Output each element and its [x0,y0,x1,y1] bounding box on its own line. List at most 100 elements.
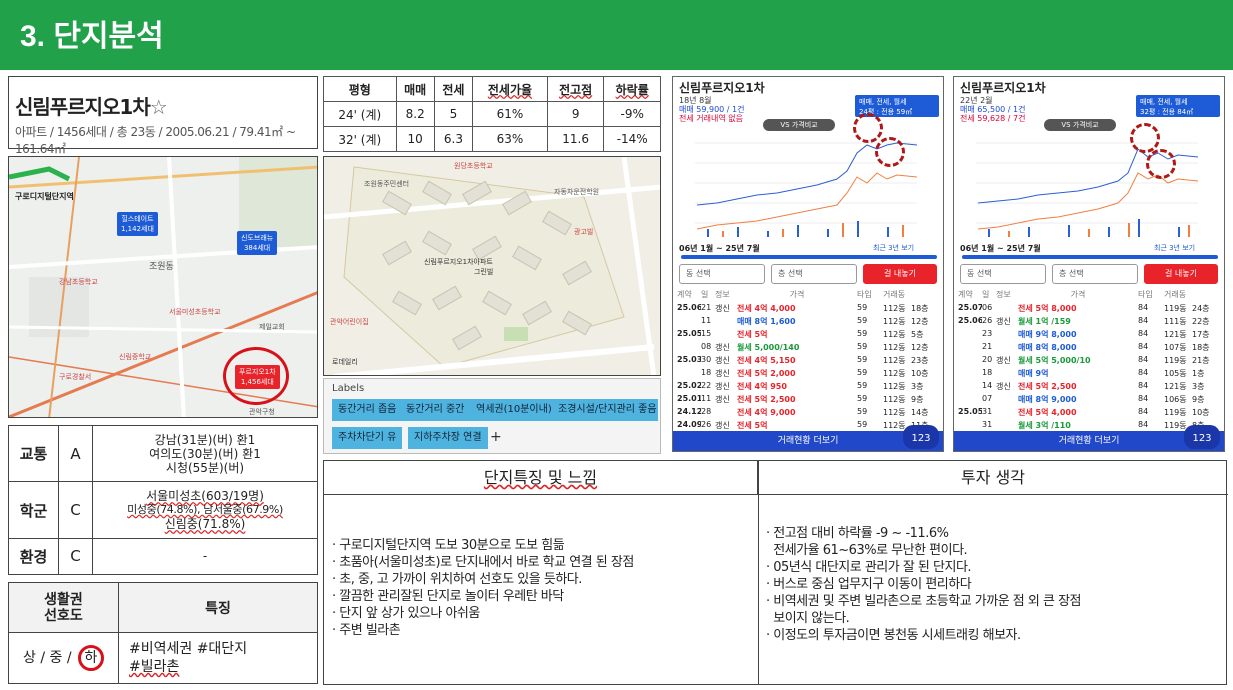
dong-select[interactable]: 동 선택 [679,264,765,284]
price-table: 평형 매매 전세 전세가율 전고점 하락률 24' (계) 8.2 5 61% … [323,76,661,152]
detail-line: 신림중(71.8%) [164,517,246,532]
range-slider[interactable] [681,255,937,259]
cell: 84 [1138,407,1149,416]
range-slider[interactable] [962,255,1218,259]
compare-button[interactable]: VS 가격비교 [1044,119,1116,131]
cell: 갱신 [715,343,730,352]
cell: 15 [701,329,712,338]
cell: 111동 [1164,317,1187,326]
list-button[interactable]: 걸 내놓기 [863,264,937,284]
list-button[interactable]: 걸 내놓기 [1144,264,1218,284]
cell: 24.12 [677,407,701,416]
table-row[interactable]: 14 갱신 전세 5억 2,500 84 121동 3층 [958,381,1222,394]
table-row[interactable]: 21 매매 8억 8,000 84 107동 18층 [958,342,1222,355]
cell: 59 [857,394,868,403]
grade-table: 교통 A 강남(31분)(버) 환1 여의도(30분)(버) 환1 시청(55분… [8,424,318,576]
table-row[interactable]: 07 매매 8억 9,000 84 106동 9층 [958,394,1222,407]
table-row[interactable]: 25.06 26 갱신 월세 1억 /159 84 111동 22층 [958,316,1222,329]
highlight-circle [1130,123,1160,153]
life-h2: 특징 [118,582,318,633]
map-pin[interactable]: 신도브래뉴 384세대 [237,231,278,255]
table-row[interactable]: 25.05 31 전세 5억 4,000 84 119동 10층 [958,407,1222,420]
label-tag[interactable]: 동간거리 중간 [400,399,471,421]
cell [996,407,1018,420]
cell: 121동 [1164,382,1187,391]
list-item: · 05년식 대단지로 관리가 잘 된 단지다. [766,560,972,575]
cell: 3층 [1192,382,1205,391]
filter-dropdown[interactable]: 매매, 전세, 월세 32평 : 전용 84㎡ [1136,95,1220,117]
cell [958,329,982,342]
table-row[interactable]: 25.02 22 갱신 전세 4억 950 59 112동 3층 [677,381,941,394]
table-row[interactable]: 25.07 06 전세 5억 8,000 84 119동 24층 [958,303,1222,316]
pin-count: 1,142세대 [121,225,154,233]
cell: 22층 [1192,317,1210,326]
features-list: · 구로디지털단지역 도보 30분으로 도보 힘듦 · 초품아(서울미성초)로 … [332,537,634,639]
cell: 23층 [911,356,929,365]
analysis-box: 단지특징 및 느낌 투자 생각 · 구로디지털단지역 도보 30분으로 도보 힘… [323,460,1228,685]
table-row[interactable]: 25.03 30 갱신 전세 4억 5,150 59 112동 23층 [677,355,941,368]
label-tag[interactable]: 동간거리 좁음 [332,399,403,421]
cell [958,394,982,407]
cell: 84 [1138,368,1149,377]
cell: 10층 [1192,408,1210,417]
cell: 5층 [911,330,924,339]
cell [958,368,982,381]
table-row[interactable]: 08 갱신 월세 5,000/140 59 112동 12층 [677,342,941,355]
table-row[interactable]: 18 매매 9억 84 105동 1층 [958,368,1222,381]
table-row[interactable]: 25.05 15 전세 5억 59 112동 5층 [677,329,941,342]
table-row[interactable]: 18 갱신 전세 5억 2,000 59 112동 10층 [677,368,941,381]
cell: 63% [472,126,548,152]
map-label: 서울미성초등학교 [169,308,221,316]
map-label: 조원동주민센터 [364,180,410,188]
cell: 106동 [1164,395,1187,404]
table-row[interactable]: 20 갱신 월세 5억 5,000/10 84 119동 21층 [958,355,1222,368]
label-tag[interactable]: 주차차단기 유 [332,427,403,449]
label-tag[interactable]: 지하주차장 연결 [408,427,488,449]
cell: 105동 [1164,369,1187,378]
grade-detail: 강남(31분)(버) 환1 여의도(30분)(버) 환1 시청(55분)(버) [92,424,318,483]
recent-link[interactable]: 최근 3년 보기 [873,243,914,253]
invest-list: · 전고점 대비 하락률 -9 ~ -11.6% 전세가율 61~63%로 무난… [766,525,1082,644]
floor-select[interactable]: 층 선택 [771,264,857,284]
size-label: 32평 : 전용 84㎡ [1140,108,1194,116]
complex-map[interactable]: 원당초등학교 조원동주민센터 신림푸르지오1차아파트 그린빌 광고빌 로데일리 … [323,156,661,376]
page-header: 3. 단지분석 [0,0,1233,70]
table-row[interactable]: 11 매매 8억 1,600 59 112동 12층 [677,316,941,329]
cell: 59 [857,355,868,364]
map-pin[interactable]: 힐스테이트 1,142세대 [117,212,158,236]
cell: 26 [982,316,993,325]
labels-panel: Labels 동간거리 좁음 동간거리 중간 역세권(10분이내) 조경시설/단… [323,378,661,454]
recent-link[interactable]: 최근 3년 보기 [1154,243,1195,253]
highlight-circle [223,347,289,405]
table-row[interactable]: 24.12 28 전세 4억 9,000 59 112동 14층 [677,407,941,420]
chart-title: 신림푸르지오1차 [679,81,765,95]
cell: 84 [1138,355,1149,364]
table-row[interactable]: 25.06 21 갱신 전세 4억 4,000 59 112동 18층 [677,303,941,316]
compare-button[interactable]: VS 가격비교 [763,119,835,131]
filter-label: 매매, 전세, 월세 [1140,98,1188,106]
cell: 119동 [1164,304,1187,313]
table-row[interactable]: 25.01 11 갱신 전세 5억 2,500 59 112동 9층 [677,394,941,407]
invest-title: 투자 생각 [758,461,1228,495]
label-tag[interactable]: 역세권(10분이내) [470,399,558,421]
star-icon[interactable]: ☆ [150,95,168,119]
labels-title: Labels [332,383,365,394]
cell: 84 [1138,329,1149,338]
cell: 18층 [911,304,929,313]
map-label: 자동차운전학원 [554,188,600,196]
dong-select[interactable]: 동 선택 [960,264,1046,284]
floor-select[interactable]: 층 선택 [1052,264,1138,284]
label-tag[interactable]: 조경시설/단지관리 좋음 [552,399,658,421]
map-label: 구로경찰서 [59,373,92,381]
complex-info: 아파트 / 1456세대 / 총 23동 / 2005.06.21 / 79.4… [15,125,296,156]
add-label-button[interactable]: + [490,429,502,445]
location-map[interactable]: 구로디지털단지역 조원동 강남초등학교 신림중학교 서울미성초등학교 구로경찰서… [8,156,318,418]
col-header: 매매 [395,76,435,102]
cell: 18 [982,368,993,377]
cell: 8.2 [395,101,435,127]
col-header: 하락률 [603,76,661,102]
table-header: 계약 일 정보 가격 타입 거래동 [677,289,941,302]
cell: 전세 5억 2,000 [737,369,796,378]
table-row[interactable]: 23 매매 9억 8,000 84 121동 17층 [958,329,1222,342]
cell [996,394,1018,407]
